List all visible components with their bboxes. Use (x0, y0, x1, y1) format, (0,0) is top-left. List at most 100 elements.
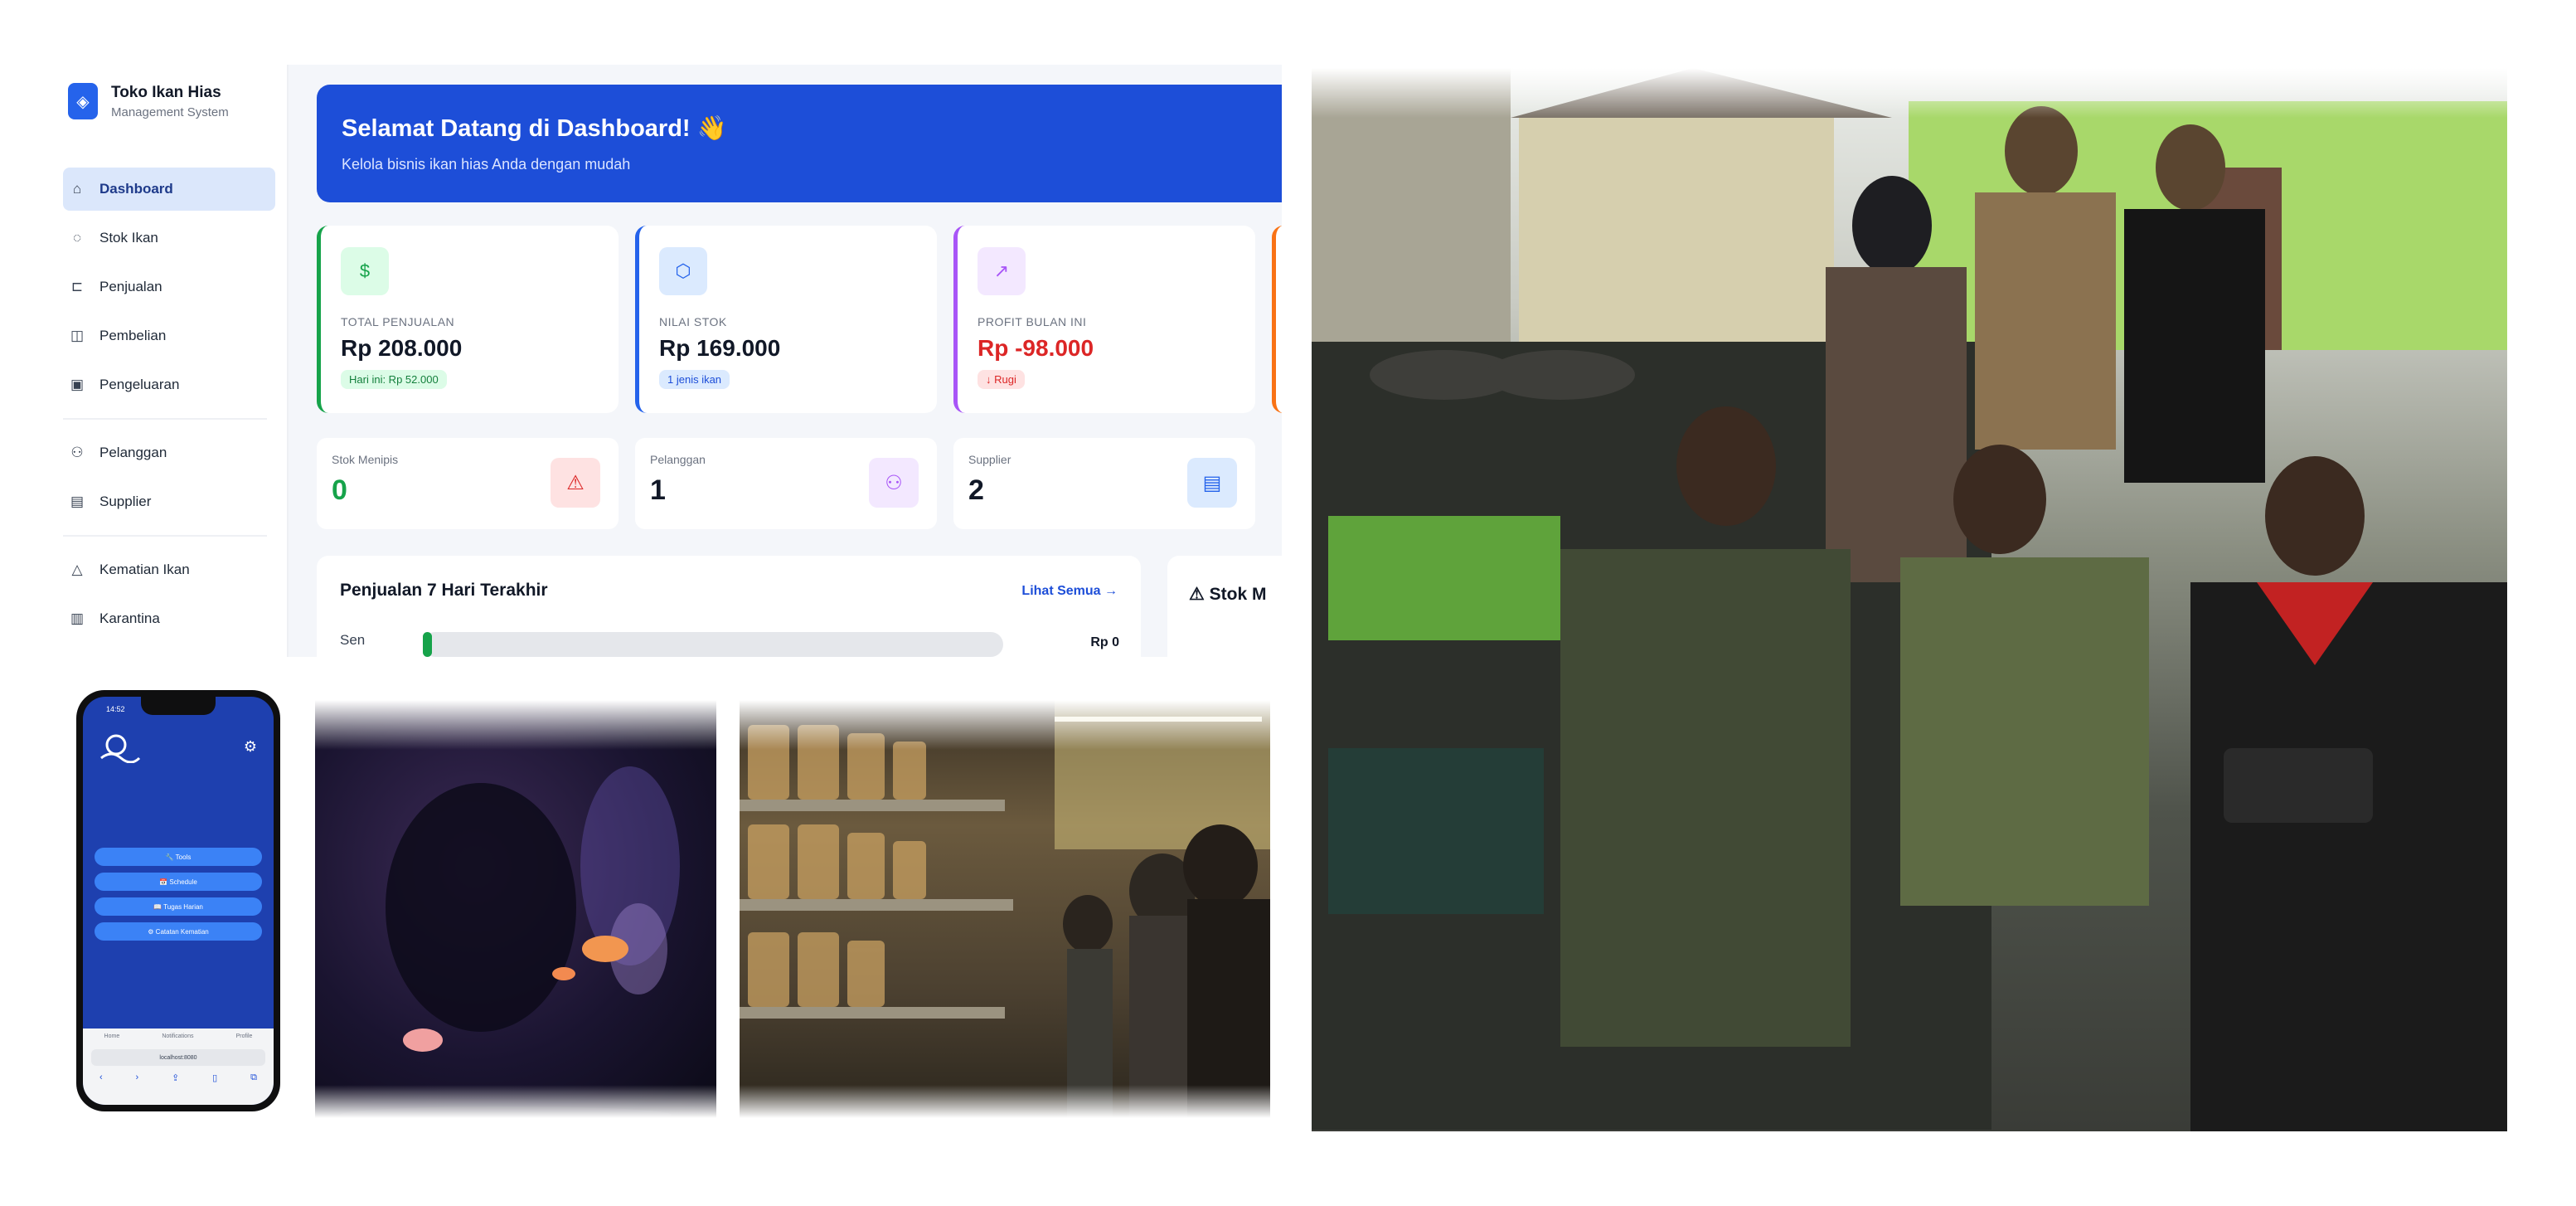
aquarium-photo (315, 700, 716, 1118)
shop-shelves-illustration (740, 700, 1270, 1118)
sidebar-item-kematian-ikan[interactable]: △ Kematian Ikan (63, 548, 275, 591)
phone-url-bar[interactable]: localhost:8080 (91, 1049, 265, 1066)
alert-icon: △ (71, 562, 83, 577)
group-photo-illustration (1312, 68, 2507, 1131)
trend-icon: ↗ (978, 247, 1026, 295)
sidebar-item-label: Stok Ikan (99, 230, 158, 246)
sidebar-item-pengeluaran[interactable]: ▣ Pengeluaran (63, 363, 275, 406)
banner-subtitle: Kelola bisnis ikan hias Anda dengan muda… (342, 156, 631, 173)
brand[interactable]: ◈ Toko Ikan Hias Management System (68, 83, 229, 119)
fish-shop-photo (740, 700, 1270, 1118)
fish-icon: ◌ (72, 230, 82, 246)
users-icon: ⚇ (869, 458, 919, 508)
back-icon[interactable]: ‹ (99, 1072, 103, 1083)
sales-row-day: Sen (340, 632, 366, 648)
stat-cards: $ Total Penjualan Rp 208.000 Hari ini: R… (317, 226, 1282, 413)
phone-button-kematian[interactable]: ⚙ Catatan Kematian (95, 922, 262, 941)
mini-pelanggan[interactable]: Pelanggan 1 ⚇ (635, 438, 937, 529)
brand-name: Toko Ikan Hias (111, 83, 221, 101)
card-badge: 1 jenis ikan (659, 370, 730, 389)
phone-notch (141, 697, 216, 715)
wallet-icon: ▣ (70, 377, 85, 392)
card-total-penjualan[interactable]: $ Total Penjualan Rp 208.000 Hari ini: R… (317, 226, 619, 413)
card-nilai-stok[interactable]: ⬡ Nilai Stok Rp 169.000 1 jenis ikan (635, 226, 937, 413)
gear-icon[interactable]: ⚙ (244, 738, 257, 756)
phone-button-schedule[interactable]: 📅 Schedule (95, 873, 262, 891)
sidebar-item-label: Pembelian (99, 328, 167, 343)
see-all-link[interactable]: Lihat Semua → (1021, 584, 1118, 599)
phone-mockup: 14:52 ⚙ 🔧 Tools 📅 Schedule 📖 Tugas Haria… (76, 690, 280, 1111)
banner-title: Selamat Datang di Dashboard! 👋 (342, 115, 727, 142)
card-value: Rp 208.000 (341, 335, 463, 361)
dashboard-screenshot: ◈ Toko Ikan Hias Management System ⌂ Dash… (63, 65, 1282, 657)
warning-icon: ⚠ (551, 458, 600, 508)
wave-logo-icon (99, 733, 141, 764)
group-photo (1312, 68, 2507, 1131)
card-value: Rp 169.000 (659, 335, 781, 361)
phone-button-tools[interactable]: 🔧 Tools (95, 848, 262, 866)
sidebar-item-stok-ikan[interactable]: ◌ Stok Ikan (63, 216, 275, 260)
sales-row-value: Rp 0 (1090, 635, 1119, 649)
sidebar-item-penjualan[interactable]: ⊏ Penjualan (63, 265, 275, 309)
welcome-banner: Selamat Datang di Dashboard! 👋 Kelola bi… (317, 85, 1282, 202)
sidebar-item-label: Dashboard (99, 181, 173, 197)
stock-panel-title: ⚠ Stok M (1167, 556, 1282, 657)
phone-tab-notifications[interactable]: Notifications (162, 1033, 193, 1039)
card-value: Rp -98.000 (978, 335, 1094, 361)
sidebar: ◈ Toko Ikan Hias Management System ⌂ Dash… (63, 65, 289, 657)
sidebar-item-karantina[interactable]: ▥ Karantina (63, 597, 275, 640)
phone-button-tugas[interactable]: 📖 Tugas Harian (95, 897, 262, 916)
phone-time: 14:52 (106, 705, 125, 713)
sidebar-item-label: Kematian Ikan (99, 562, 190, 577)
bag-icon: ◫ (70, 328, 85, 343)
dollar-icon: $ (341, 247, 389, 295)
mini-stats: Stok Menipis 0 ⚠ Pelanggan 1 ⚇ Supplier … (317, 438, 1282, 529)
forward-icon[interactable]: › (136, 1072, 139, 1083)
card-label: Nilai Stok (659, 315, 727, 328)
building-icon: ▤ (70, 494, 85, 509)
phone-tabbar: Home Notifications Profile localhost:808… (83, 1029, 274, 1105)
sales-panel: Penjualan 7 Hari Terakhir Lihat Semua → … (317, 556, 1141, 657)
sidebar-item-dashboard[interactable]: ⌂ Dashboard (63, 168, 275, 211)
phone-screen: 14:52 ⚙ 🔧 Tools 📅 Schedule 📖 Tugas Haria… (83, 697, 274, 1105)
phone-browser-nav: ‹ › ⇪ ▯ ⧉ (83, 1072, 274, 1083)
fish-logo-icon: ◈ (68, 83, 98, 119)
brand-subtitle: Management System (111, 105, 229, 119)
phone-tab-profile[interactable]: Profile (236, 1033, 253, 1039)
sales-row: Sen Rp 0 (340, 627, 1119, 657)
bookmarks-icon[interactable]: ▯ (212, 1072, 217, 1083)
sidebar-item-label: Pelanggan (99, 445, 167, 460)
cart-icon: ⊏ (70, 279, 84, 294)
card-label: Total Penjualan (341, 315, 455, 328)
sidebar-item-pelanggan[interactable]: ⚇ Pelanggan (63, 431, 275, 474)
card-partial (1272, 226, 1282, 413)
share-icon[interactable]: ⇪ (172, 1072, 179, 1083)
sidebar-item-label: Penjualan (99, 279, 163, 294)
users-icon: ⚇ (70, 445, 84, 460)
nav-divider (63, 535, 267, 537)
card-badge: Hari ini: Rp 52.000 (341, 370, 447, 389)
home-icon: ⌂ (72, 181, 82, 197)
quarantine-icon: ▥ (70, 610, 85, 626)
card-label: Profit Bulan Ini (978, 315, 1087, 328)
tabs-icon[interactable]: ⧉ (250, 1072, 257, 1083)
nav-divider (63, 418, 267, 420)
sidebar-nav: ⌂ Dashboard ◌ Stok Ikan ⊏ Penjualan ◫ Pembel… (63, 168, 275, 646)
building-icon: ▤ (1187, 458, 1237, 508)
mini-stok-menipis[interactable]: Stok Menipis 0 ⚠ (317, 438, 619, 529)
main-content: Selamat Datang di Dashboard! 👋 Kelola bi… (289, 65, 1282, 657)
sales-bar-track (423, 632, 1003, 657)
phone-tab-home[interactable]: Home (104, 1033, 120, 1039)
sidebar-item-label: Supplier (99, 494, 152, 509)
sidebar-item-label: Pengeluaran (99, 377, 180, 392)
aquarium-fish-illustration (340, 766, 680, 1118)
card-profit-bulan-ini[interactable]: ↗ Profit Bulan Ini Rp -98.000 ↓ Rugi (953, 226, 1255, 413)
sidebar-item-label: Karantina (99, 610, 160, 626)
sidebar-item-supplier[interactable]: ▤ Supplier (63, 480, 275, 523)
box-icon: ⬡ (659, 247, 707, 295)
card-badge: ↓ Rugi (978, 370, 1025, 389)
sidebar-item-pembelian[interactable]: ◫ Pembelian (63, 314, 275, 357)
sales-panel-title: Penjualan 7 Hari Terakhir (340, 581, 548, 600)
sales-bar-fill (423, 632, 432, 657)
mini-supplier[interactable]: Supplier 2 ▤ (953, 438, 1255, 529)
